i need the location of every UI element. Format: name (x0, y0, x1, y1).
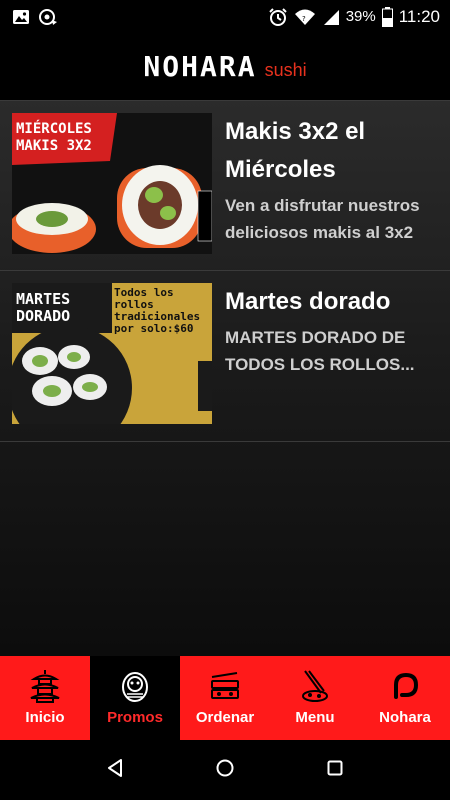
status-left (12, 8, 58, 26)
promo-image-text-3: Todos los rollos tradicionales por solo:… (114, 286, 201, 335)
system-nav-bar (0, 740, 450, 800)
promo-image-text-2: MAKIS 3X2 (16, 138, 92, 154)
battery-icon (381, 6, 393, 27)
back-icon[interactable] (106, 758, 124, 783)
nav-label: Ordenar (195, 709, 255, 726)
nav-item-inicio[interactable]: Inicio (0, 656, 90, 740)
promo-image-martes-dorado: MARTES DORADO Todos los rollos tradicion… (12, 283, 212, 424)
promo-text-martes-dorado: Martes dorado MARTES DORADO DE TODOS LOS… (212, 283, 438, 441)
promo-description: Ven a disfrutar nuestros deliciosos maki… (225, 196, 420, 242)
signal-icon (322, 8, 340, 26)
nav-label: Promos (107, 709, 163, 726)
promo-image-makis: MIÉRCOLES MAKIS 3X2 (12, 113, 212, 254)
battery-percent: 39% (345, 8, 376, 25)
promo-image-text-1: MIÉRCOLES (16, 121, 92, 137)
wifi-icon: ? (294, 8, 316, 26)
recents-icon[interactable] (326, 759, 344, 782)
nohara-logo-icon (390, 668, 420, 704)
promo-text-makis: Makis 3x2 el Miércoles Ven a disfrutar n… (212, 113, 438, 270)
nav-label: Menu (295, 709, 335, 726)
home-icon[interactable] (215, 758, 235, 783)
bento-icon (209, 668, 241, 704)
pagoda-icon (30, 668, 60, 704)
chopsticks-icon (299, 668, 331, 704)
promo-title: Martes dorado (225, 288, 391, 315)
app-header: NOHARA sushi (0, 33, 450, 100)
promo-item-makis[interactable]: MIÉRCOLES MAKIS 3X2 Makis 3x2 el Miércol… (0, 100, 450, 271)
alarm-icon (268, 7, 288, 27)
promo-description: MARTES DORADO DE TODOS LOS ROLLOS... (225, 328, 415, 374)
daruma-icon (120, 668, 150, 704)
promo-title: Makis 3x2 el Miércoles (225, 118, 366, 183)
image-icon (12, 8, 30, 26)
svg-text:?: ? (302, 15, 306, 23)
clock: 11:20 (398, 6, 440, 26)
status-right: ? 39% 11:20 (268, 6, 440, 27)
promo-list: MIÉRCOLES MAKIS 3X2 Makis 3x2 el Miércol… (0, 100, 450, 656)
nav-item-ordenar[interactable]: Ordenar (180, 656, 270, 740)
logo-subtext: sushi (264, 60, 307, 80)
status-bar: ? 39% 11:20 (0, 0, 450, 33)
nav-item-menu[interactable]: Menu (270, 656, 360, 740)
promo-item-martes-dorado[interactable]: MARTES DORADO Todos los rollos tradicion… (0, 271, 450, 442)
nav-item-nohara[interactable]: Nohara (360, 656, 450, 740)
logo-text: NOHARA (143, 50, 257, 83)
bottom-nav: Inicio Promos Ordenar Menu Nohara (0, 656, 450, 740)
nav-label: Inicio (25, 709, 65, 726)
promo-image-text-1: MARTES (16, 290, 71, 308)
nav-label: Nohara (379, 709, 431, 726)
nav-item-promos[interactable]: Promos (90, 656, 180, 740)
sync-icon (38, 8, 58, 26)
nohara-logo: NOHARA sushi (143, 50, 306, 83)
promo-image-text-2: DORADO (16, 307, 71, 325)
